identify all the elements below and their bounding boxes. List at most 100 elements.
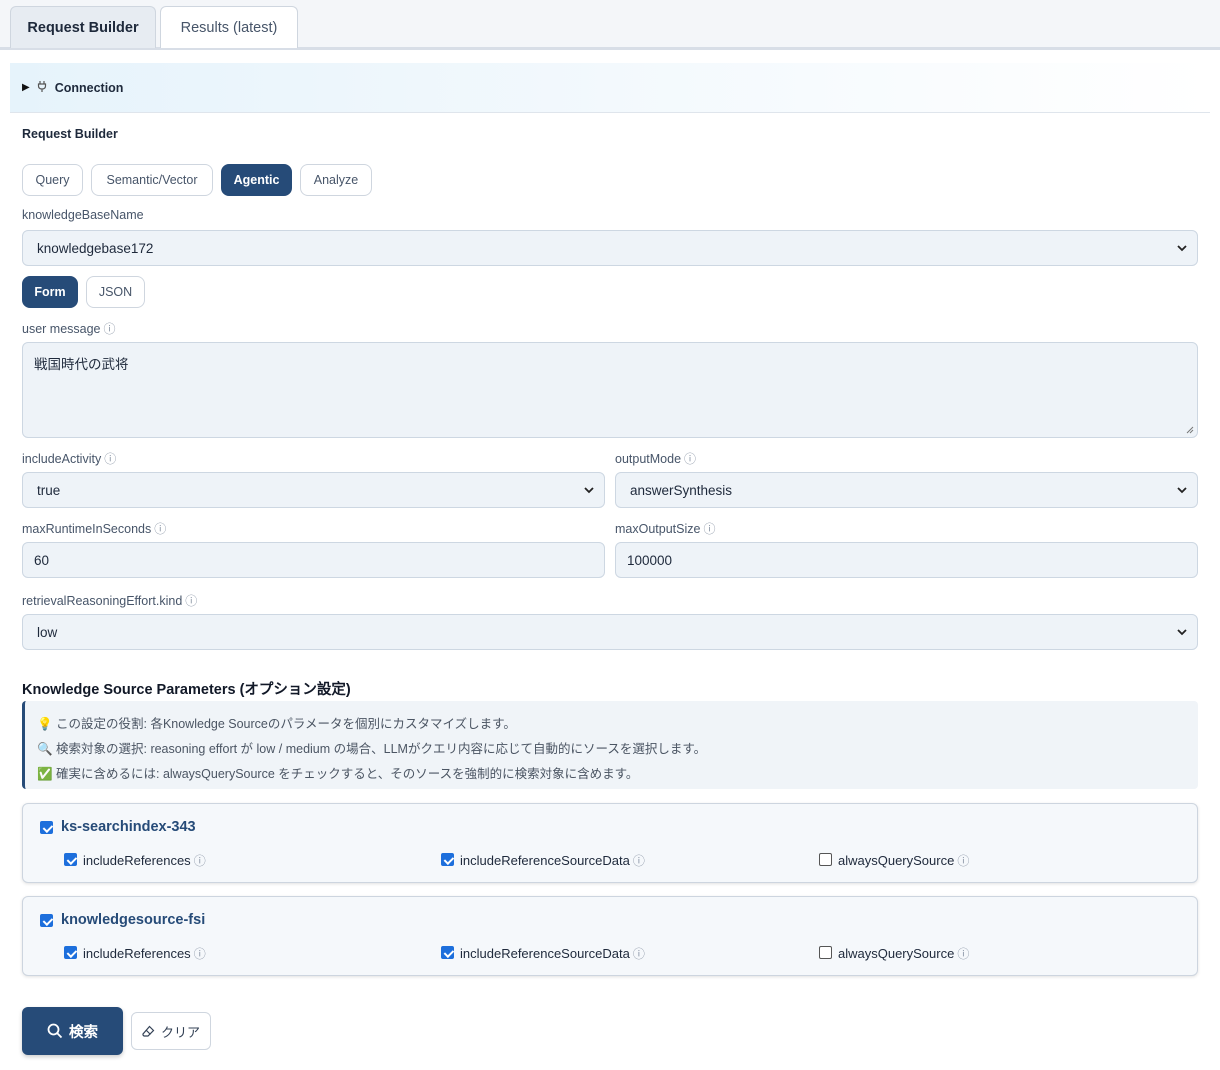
include-reference-source-data-label: includeReferenceSourceData ⓘ [460,945,645,962]
include-activity-label: includeActivity ⓘ [22,450,116,467]
reasoning-effort-label: retrievalReasoningEffort.kind ⓘ [22,592,197,609]
output-mode-label: outputMode ⓘ [615,450,696,467]
user-message-value: 戦国時代の武将 [34,357,129,372]
search-button-label: 検索 [69,1024,98,1041]
ks-params-heading: Knowledge Source Parameters (オプション設定) [22,682,351,698]
include-references-label: includeReferences ⓘ [83,852,206,869]
user-message-label: user message ⓘ [22,320,116,337]
include-activity-select[interactable]: true [22,472,605,508]
info-icon: ⓘ [957,854,970,868]
resize-handle-icon[interactable] [1186,426,1194,434]
knowledge-source-name: ks-searchindex-343 [61,819,196,835]
mode-tab-query[interactable]: Query [22,164,83,196]
include-reference-source-data-label-text: includeReferenceSourceData [460,853,630,868]
chevron-down-icon [584,487,594,494]
notice-line: ✅ 確実に含めるには: alwaysQuerySource をチェックすると、その… [37,763,638,782]
reasoning-effort-select[interactable]: low [22,614,1198,650]
notice-text: 確実に含めるには: alwaysQuerySource をチェックすると、そのソ… [56,767,639,781]
knowledge-source-name: knowledgesource-fsi [61,912,206,928]
source-enable-checkbox[interactable] [40,821,53,834]
include-reference-source-data-label: includeReferenceSourceData ⓘ [460,852,645,869]
include-reference-source-data-checkbox[interactable] [441,946,454,959]
check-mark-icon: ✅ [37,767,53,781]
plug-icon [36,80,48,96]
always-query-source-label: alwaysQuerySource ⓘ [838,852,969,869]
knowledge-base-label: knowledgeBaseName [22,208,144,222]
notice-text: 検索対象の選択: reasoning effort が low / medium… [56,742,707,756]
info-icon: ⓘ [193,854,206,868]
expand-triangle-icon: ▶ [22,82,30,93]
include-reference-source-data-label-text: includeReferenceSourceData [460,946,630,961]
include-references-label-text: includeReferences [83,946,191,961]
info-icon: ⓘ [632,854,645,868]
info-icon: ⓘ [957,947,970,961]
include-references-label-text: includeReferences [83,853,191,868]
knowledge-base-select[interactable]: knowledgebase172 [22,230,1198,266]
always-query-source-label-text: alwaysQuerySource [838,853,955,868]
include-activity-label-text: includeActivity [22,452,102,466]
reasoning-effort-label-text: retrievalReasoningEffort.kind [22,594,183,608]
info-icon: ⓘ [103,322,116,336]
mode-tab-analyze[interactable]: Analyze [300,164,372,196]
tab-request-builder[interactable]: Request Builder [10,6,156,48]
notice-text: この設定の役割: 各Knowledge Sourceのパラメータを個別にカスタマ… [56,717,516,731]
max-runtime-value: 60 [34,552,50,568]
info-icon: ⓘ [684,452,697,466]
ks-params-notice: 💡 この設定の役割: 各Knowledge Sourceのパラメータを個別にカスタ… [22,701,1198,789]
max-output-size-label-text: maxOutputSize [615,522,701,536]
request-builder-heading: Request Builder [22,127,118,141]
notice-line: 🔍 検索対象の選択: reasoning effort が low / mediu… [37,738,706,757]
reasoning-effort-value: low [37,624,58,640]
info-icon: ⓘ [154,522,167,536]
always-query-source-label-text: alwaysQuerySource [838,946,955,961]
output-mode-select[interactable]: answerSynthesis [615,472,1198,508]
knowledge-base-value: knowledgebase172 [37,240,154,256]
always-query-source-checkbox[interactable] [819,853,832,866]
clear-button-label: クリア [160,1024,200,1040]
connection-section-toggle[interactable]: ▶ Connection [10,63,1210,113]
include-activity-value: true [37,482,61,498]
lightbulb-icon: 💡 [37,717,53,731]
max-runtime-label-text: maxRuntimeInSeconds [22,522,152,536]
info-icon: ⓘ [703,522,716,536]
mode-tab-agentic[interactable]: Agentic [221,164,292,196]
max-output-size-value: 100000 [627,552,673,568]
format-tab-form[interactable]: Form [22,276,78,308]
max-runtime-label: maxRuntimeInSeconds ⓘ [22,520,166,537]
include-references-checkbox[interactable] [64,946,77,959]
max-runtime-input[interactable]: 60 [22,542,605,578]
include-references-label: includeReferences ⓘ [83,945,206,962]
clear-button[interactable]: クリア [131,1012,211,1050]
knowledge-source-card: ks-searchindex-343 includeReferences ⓘ in… [22,803,1198,883]
user-message-label-text: user message [22,322,101,336]
search-button[interactable]: 検索 [22,1007,123,1055]
info-icon: ⓘ [185,594,198,608]
mode-tab-semantic-vector[interactable]: Semantic/Vector [91,164,213,196]
output-mode-label-text: outputMode [615,452,682,466]
chevron-down-icon [1177,487,1187,494]
user-message-textarea[interactable]: 戦国時代の武将 [22,342,1198,438]
info-icon: ⓘ [193,947,206,961]
max-output-size-label: maxOutputSize ⓘ [615,520,715,537]
source-enable-checkbox[interactable] [40,914,53,927]
tab-results-latest[interactable]: Results (latest) [160,6,298,48]
info-icon: ⓘ [104,452,117,466]
notice-line: 💡 この設定の役割: 各Knowledge Sourceのパラメータを個別にカスタ… [37,713,516,732]
include-reference-source-data-checkbox[interactable] [441,853,454,866]
main-tab-bar: Request Builder Results (latest) [0,0,1220,50]
always-query-source-label: alwaysQuerySource ⓘ [838,945,969,962]
output-mode-value: answerSynthesis [630,482,733,498]
max-output-size-input[interactable]: 100000 [615,542,1198,578]
chevron-down-icon [1177,245,1187,252]
always-query-source-checkbox[interactable] [819,946,832,959]
knowledge-source-card: knowledgesource-fsi includeReferences ⓘ i… [22,896,1198,976]
info-icon: ⓘ [632,947,645,961]
magnifier-icon: 🔍 [37,742,53,756]
plug-icon-graphic [37,80,46,92]
format-tab-json[interactable]: JSON [86,276,145,308]
search-icon [47,1023,63,1039]
eraser-icon [142,1025,155,1037]
chevron-down-icon [1177,629,1187,636]
connection-label: Connection [54,80,124,95]
include-references-checkbox[interactable] [64,853,77,866]
